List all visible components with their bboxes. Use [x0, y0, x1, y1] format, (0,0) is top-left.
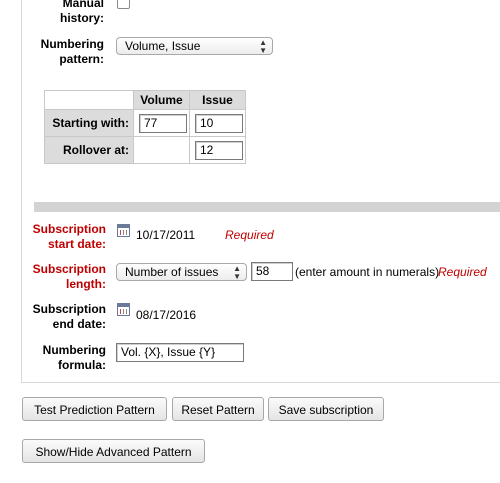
subscription-length-hint: (enter amount in numerals)	[295, 265, 440, 279]
grid-row-label-rollover: Rollover at:	[44, 136, 134, 164]
numbering-pattern-label: Numbering pattern:	[40, 37, 104, 66]
section-divider-bar	[34, 202, 500, 212]
numbering-formula-input[interactable]: Vol. {X}, Issue {Y}	[116, 343, 244, 362]
starting-issue-input[interactable]: 10	[195, 114, 243, 133]
grid-row-label-starting: Starting with:	[44, 109, 134, 137]
reset-pattern-button[interactable]: Reset Pattern	[172, 397, 264, 421]
grid-corner	[44, 90, 134, 110]
bottom-border-line	[21, 382, 500, 383]
numbering-pattern-select[interactable]: Volume, Issue ▲ ▼	[116, 37, 273, 55]
calendar-icon[interactable]	[117, 224, 130, 237]
select-arrows-icon: ▲ ▼	[233, 264, 241, 281]
subscription-length-label: Subscription length:	[32, 262, 106, 291]
manual-history-checkbox[interactable]	[117, 0, 130, 9]
required-note: Required	[225, 228, 274, 242]
select-arrows-icon: ▲ ▼	[259, 38, 267, 55]
rollover-issue-input[interactable]: 12	[195, 141, 243, 160]
calendar-icon[interactable]	[117, 303, 130, 316]
subscription-length-input[interactable]: 58	[251, 262, 293, 281]
subscription-end-label: Subscription end date:	[32, 302, 106, 331]
subscription-length-select[interactable]: Number of issues ▲ ▼	[116, 263, 247, 281]
subscription-length-unit: Number of issues	[125, 265, 219, 279]
save-subscription-button[interactable]: Save subscription	[268, 397, 384, 421]
grid-cell	[133, 136, 190, 164]
numbering-formula-label: Numbering formula:	[42, 343, 106, 372]
numbering-pattern-value: Volume, Issue	[125, 39, 201, 53]
subscription-start-value: 10/17/2011	[136, 228, 196, 242]
test-prediction-pattern-button[interactable]: Test Prediction Pattern	[22, 397, 167, 421]
grid-header-volume: Volume	[133, 90, 190, 110]
show-hide-advanced-pattern-button[interactable]: Show/Hide Advanced Pattern	[22, 439, 205, 463]
starting-volume-input[interactable]: 77	[139, 114, 187, 133]
manual-history-label: Manual history:	[59, 0, 104, 25]
grid-header-issue: Issue	[189, 90, 246, 110]
subscription-end-value: 08/17/2016	[136, 308, 197, 322]
required-note: Required	[438, 265, 487, 279]
subscription-start-label: Subscription start date:	[32, 222, 106, 251]
